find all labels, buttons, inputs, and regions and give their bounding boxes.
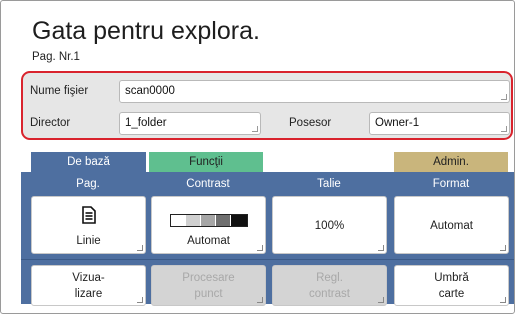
page-title: Gata pentru explora. xyxy=(32,17,260,45)
format-button[interactable]: Automat xyxy=(394,196,509,254)
book-shadow-button[interactable]: Umbră carte xyxy=(394,265,509,306)
contrast-button-label: Automat xyxy=(187,235,230,247)
directory-label: Director xyxy=(30,117,71,129)
column-header-contrast: Contrast xyxy=(186,178,230,190)
contrast-button[interactable]: Automat xyxy=(151,196,266,254)
dot-processing-label-line1: Procesare xyxy=(182,272,235,284)
page-number: Pag. Nr.1 xyxy=(32,51,80,63)
contrast-adjust-label-line1: Regl. xyxy=(316,272,343,284)
directory-field[interactable]: 1_folder xyxy=(119,112,261,135)
format-button-label: Automat xyxy=(430,220,473,232)
document-icon xyxy=(82,206,96,224)
book-shadow-label-line1: Umbră xyxy=(434,272,469,284)
dot-processing-button: Procesare punct xyxy=(151,265,266,306)
column-header-page: Pag. xyxy=(76,178,100,190)
size-button-label: 100% xyxy=(314,220,345,232)
tab-basic[interactable]: De bază xyxy=(31,152,146,173)
page-button-label: Linie xyxy=(76,235,101,247)
dot-processing-label-line2: punct xyxy=(194,288,223,300)
file-name-label: Nume fişier xyxy=(30,85,89,97)
tab-admin[interactable]: Admin. xyxy=(394,152,508,173)
book-shadow-label-line2: carte xyxy=(438,288,465,300)
file-settings-group: Nume fişier scan0000 Director 1_folder P… xyxy=(21,71,513,140)
page-button[interactable]: Linie xyxy=(31,196,146,254)
contrast-adjust-label-line2: contrast xyxy=(309,288,350,300)
preview-button[interactable]: Vizua- lizare xyxy=(31,265,146,306)
size-button[interactable]: 100% xyxy=(272,196,387,254)
owner-label: Posesor xyxy=(289,117,332,129)
divider xyxy=(21,259,514,260)
contrast-scale-icon xyxy=(170,214,248,227)
preview-label-line1: Vizua- xyxy=(72,272,105,284)
file-name-field[interactable]: scan0000 xyxy=(119,80,510,103)
column-header-format: Format xyxy=(432,178,470,190)
contrast-adjust-button: Regl. contrast xyxy=(272,265,387,306)
owner-field[interactable]: Owner-1 xyxy=(369,112,510,135)
tab-functions[interactable]: Funcţii xyxy=(149,152,263,173)
preview-label-line2: lizare xyxy=(74,288,103,300)
scan-screen: Gata pentru explora. Pag. Nr.1 Nume fişi… xyxy=(0,0,515,314)
column-header-size: Talie xyxy=(317,178,341,190)
